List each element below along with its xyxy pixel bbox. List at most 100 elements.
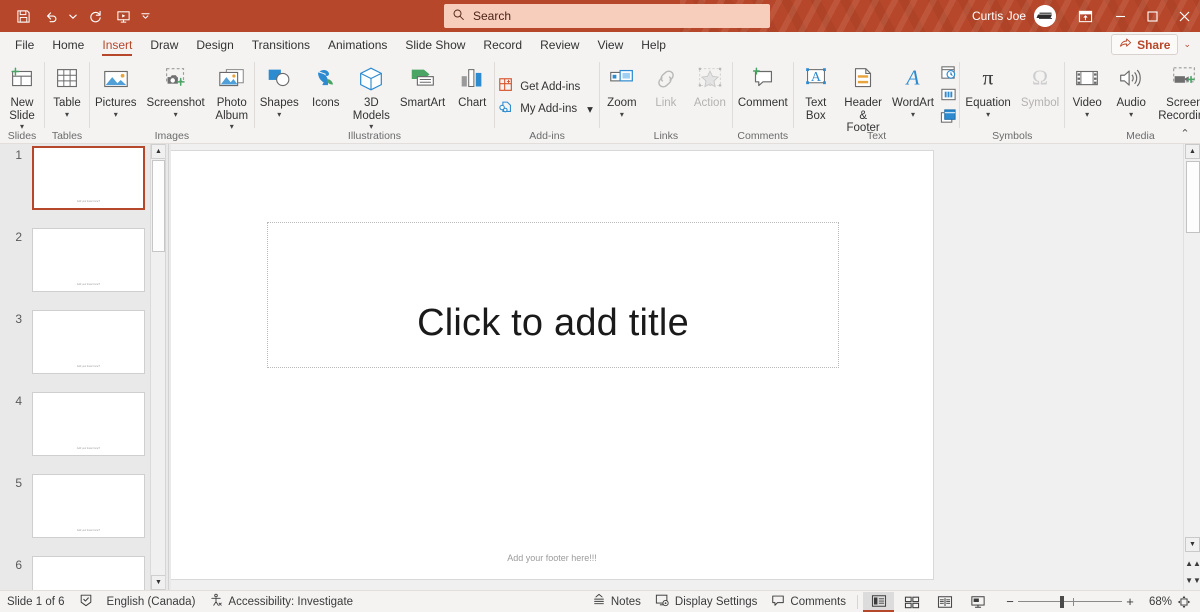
date-and-time-button[interactable] — [937, 62, 959, 83]
chevron-down-icon[interactable]: ▾ — [587, 102, 593, 116]
header-footer-button[interactable]: Header & Footer — [838, 60, 889, 135]
minimize-button[interactable] — [1104, 0, 1136, 32]
zoom-out-button[interactable]: − — [1002, 594, 1018, 609]
text-box-button[interactable]: A Text Box — [794, 60, 838, 122]
reading-view-button[interactable] — [929, 592, 960, 612]
pictures-button[interactable]: Pictures ▾ — [90, 60, 142, 119]
get-add-ins-button[interactable]: Get Add-ins — [495, 76, 586, 98]
tab-record[interactable]: Record — [474, 32, 531, 58]
scroll-down-icon[interactable]: ▼ — [151, 575, 166, 590]
slide-indicator[interactable]: Slide 1 of 6 — [0, 592, 72, 612]
thumbnail-slide-1[interactable]: Add your footer here!!! — [32, 146, 145, 210]
tab-animations[interactable]: Animations — [319, 32, 396, 58]
canvas-vertical-scrollbar[interactable]: ▲ ▼ ▲▲ ▼▼ — [1183, 144, 1200, 590]
thumbnail-slide-5[interactable]: Add your footer here!!! — [32, 474, 145, 538]
thumbnail-item[interactable]: 4 Add your footer here!!! — [0, 390, 165, 472]
undo-icon[interactable] — [38, 4, 64, 28]
tab-home[interactable]: Home — [43, 32, 93, 58]
tab-draw[interactable]: Draw — [141, 32, 187, 58]
table-button[interactable]: Table ▾ — [45, 60, 89, 119]
scrollbar-thumb[interactable] — [1186, 161, 1200, 233]
title-placeholder[interactable]: Click to add title — [267, 222, 839, 368]
wordart-button[interactable]: A WordArt ▾ — [889, 60, 938, 119]
chevron-down-icon[interactable]: ▾ — [65, 111, 69, 119]
thumbnail-item[interactable]: 5 Add your footer here!!! — [0, 472, 165, 554]
chevron-down-icon[interactable]: ▾ — [986, 111, 990, 119]
previous-slide-icon[interactable]: ▲▲ — [1186, 556, 1200, 571]
next-slide-icon[interactable]: ▼▼ — [1186, 573, 1200, 588]
spell-check-button[interactable] — [72, 592, 100, 612]
scroll-down-icon[interactable]: ▼ — [1185, 537, 1200, 552]
thumbnail-slide-4[interactable]: Add your footer here!!! — [32, 392, 145, 456]
video-button[interactable]: Video ▾ — [1065, 60, 1109, 119]
slide-number-button[interactable] — [937, 84, 959, 105]
thumbnail-item[interactable]: 2 Add your footer here!!! — [0, 226, 165, 308]
thumbnail-item[interactable]: 6 Add your footer here!!! — [0, 554, 165, 590]
equation-button[interactable]: π Equation ▾ — [960, 60, 1015, 119]
notes-button[interactable]: Notes — [585, 592, 648, 612]
zoom-slider[interactable] — [1018, 594, 1122, 610]
icons-button[interactable]: Icons — [304, 60, 348, 110]
zoom-in-button[interactable]: + — [1122, 594, 1138, 609]
thumbnail-item[interactable]: 3 Add your footer here!!! — [0, 308, 165, 390]
ribbon-display-options-icon[interactable] — [1066, 0, 1104, 32]
thumbnail-item[interactable]: 1 Add your footer here!!! — [0, 144, 165, 226]
slide-canvas[interactable]: Click to add title Add your footer here!… — [171, 144, 1183, 590]
new-slide-button[interactable]: New Slide ▾ — [0, 60, 44, 131]
tab-transitions[interactable]: Transitions — [243, 32, 319, 58]
fit-slide-to-window-button[interactable] — [1172, 595, 1196, 609]
scroll-up-icon[interactable]: ▲ — [1185, 144, 1200, 159]
save-icon[interactable] — [10, 4, 36, 28]
accessibility-button[interactable]: Accessibility: Investigate — [202, 592, 360, 612]
chevron-down-icon[interactable]: ▾ — [1085, 111, 1089, 119]
screen-recording-button[interactable]: Screen Recording — [1153, 60, 1200, 122]
chevron-down-icon[interactable]: ▾ — [620, 111, 624, 119]
shapes-button[interactable]: Shapes ▾ — [255, 60, 304, 119]
avatar[interactable] — [1034, 5, 1056, 27]
share-dropdown-icon[interactable]: ⌄ — [1178, 39, 1196, 50]
tab-insert[interactable]: Insert — [93, 32, 141, 58]
tab-review[interactable]: Review — [531, 32, 588, 58]
display-settings-button[interactable]: Display Settings — [648, 592, 764, 612]
chevron-down-icon[interactable]: ▾ — [174, 111, 178, 119]
scroll-up-icon[interactable]: ▲ — [151, 144, 166, 159]
scrollbar-thumb[interactable] — [152, 160, 165, 252]
redo-icon[interactable] — [82, 4, 108, 28]
3d-models-button[interactable]: 3D Models ▾ — [348, 60, 395, 131]
chevron-down-icon[interactable]: ▾ — [1129, 111, 1133, 119]
comments-button[interactable]: Comments — [764, 592, 853, 612]
thumbnail-slide-3[interactable]: Add your footer here!!! — [32, 310, 145, 374]
language-button[interactable]: English (Canada) — [100, 592, 203, 612]
maximize-button[interactable] — [1136, 0, 1168, 32]
smartart-button[interactable]: SmartArt — [395, 60, 450, 110]
thumbnail-slide-6[interactable]: Add your footer here!!! — [32, 556, 145, 590]
object-button[interactable] — [937, 106, 959, 127]
tab-slide-show[interactable]: Slide Show — [396, 32, 474, 58]
zoom-button[interactable]: Zoom ▾ — [600, 60, 644, 119]
account-name[interactable]: Curtis Joe — [972, 9, 1026, 23]
photo-album-button[interactable]: Photo Album ▾ — [210, 60, 254, 131]
customize-qat-icon[interactable] — [138, 4, 152, 28]
close-button[interactable] — [1168, 0, 1200, 32]
share-button[interactable]: Share — [1111, 34, 1178, 55]
zoom-level-label[interactable]: 68% — [1138, 596, 1172, 608]
slide-sorter-view-button[interactable] — [896, 592, 927, 612]
search-input[interactable]: Search — [444, 4, 770, 28]
current-slide[interactable]: Click to add title Add your footer here!… — [171, 151, 933, 579]
screenshot-button[interactable]: Screenshot ▾ — [142, 60, 210, 119]
thumbnail-scrollbar[interactable]: ▲ ▼ — [150, 144, 165, 590]
normal-view-button[interactable] — [863, 592, 894, 612]
tab-help[interactable]: Help — [632, 32, 675, 58]
tab-design[interactable]: Design — [187, 32, 242, 58]
collapse-ribbon-button[interactable]: ⌃ — [1176, 125, 1194, 141]
tab-view[interactable]: View — [588, 32, 632, 58]
comment-button[interactable]: Comment — [733, 60, 793, 110]
chart-button[interactable]: Chart — [450, 60, 494, 110]
audio-button[interactable]: Audio ▾ — [1109, 60, 1153, 119]
slide-thumbnail-panel[interactable]: 1 Add your footer here!!! 2 Add your foo… — [0, 144, 166, 590]
chevron-down-icon[interactable]: ▾ — [277, 111, 281, 119]
start-presentation-icon[interactable] — [110, 4, 136, 28]
slide-show-view-button[interactable] — [962, 592, 993, 612]
zoom-slider-handle[interactable] — [1060, 596, 1064, 608]
tab-file[interactable]: File — [6, 32, 43, 58]
